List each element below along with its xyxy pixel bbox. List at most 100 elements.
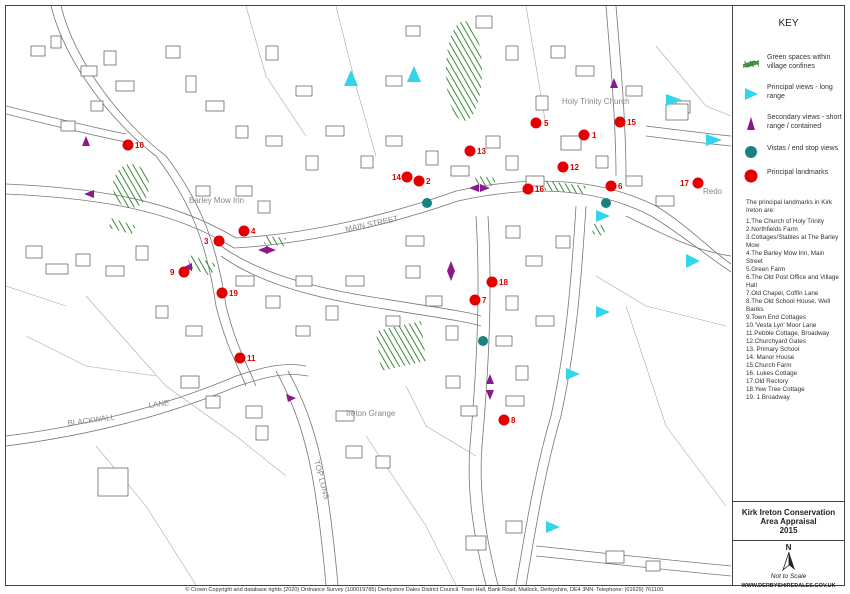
key-label: Secondary views - short range / containe… xyxy=(767,114,842,130)
barley-mow-label: Barley Mow Inn xyxy=(189,196,244,205)
list-item: 19. 1 Broadway xyxy=(746,394,790,401)
long-view-marker xyxy=(686,254,700,268)
svg-text:2: 2 xyxy=(426,177,431,186)
blackwall-label: BLACKWALL xyxy=(67,412,116,428)
landmarks-list: 1.The Church of Holy Trinity 2.Northfiel… xyxy=(746,218,841,402)
list-item: 9.Town End Cottages xyxy=(746,314,806,321)
list-item: 15.Church Farm xyxy=(746,362,792,369)
short-view-marker xyxy=(266,246,276,254)
landmark-2[interactable]: 2 xyxy=(413,175,432,187)
landmark-4[interactable]: 4 xyxy=(238,225,257,237)
list-item: 8.The Old School House, Well Banks xyxy=(746,298,831,313)
hatch-icon xyxy=(742,60,760,68)
svg-text:11: 11 xyxy=(247,354,256,363)
key-label: Vistas / end stop views xyxy=(767,145,839,152)
teal-circle-icon xyxy=(745,146,757,158)
svg-text:10: 10 xyxy=(135,141,144,150)
long-view-marker xyxy=(596,306,610,318)
scale-note: Not to Scale xyxy=(770,573,807,580)
short-view-marker xyxy=(286,394,296,402)
title-line-1: Kirk Ireton Conservation xyxy=(741,508,836,517)
landmark-15[interactable]: 15 xyxy=(614,116,637,128)
landmark-7[interactable]: 7 xyxy=(469,294,488,306)
svg-text:7: 7 xyxy=(482,296,487,305)
short-view-marker xyxy=(610,78,618,88)
list-item: 10.'Vesta Lyn' Moor Lane xyxy=(746,322,817,329)
map-canvas[interactable]: Barley Mow Inn MAIN STREET BLACKWALL LAN… xyxy=(6,6,731,585)
list-item: 18.Yew Tree Cottage xyxy=(746,386,805,393)
list-item: 5.Green Farm xyxy=(746,266,786,273)
landmark-13[interactable]: 13 xyxy=(464,145,487,157)
green-spaces xyxy=(109,21,606,371)
north-arrow-icon xyxy=(781,552,795,572)
long-view-marker xyxy=(407,66,421,82)
copyright-footer: © Crown Copyright and database rights (2… xyxy=(185,587,665,593)
key-item-landmarks: Principal landmarks xyxy=(737,166,843,188)
short-view-marker xyxy=(447,271,455,281)
landmark-8[interactable]: 8 xyxy=(498,414,517,426)
landmark-18[interactable]: 18 xyxy=(486,276,509,288)
long-view-marker xyxy=(344,70,358,86)
list-item: 4.The Barley Mow Inn, Main Street xyxy=(746,250,825,265)
landmark-6[interactable]: 6 xyxy=(605,180,624,192)
title-line-2: Area Appraisal xyxy=(760,517,817,526)
svg-text:9: 9 xyxy=(170,268,175,277)
svg-text:4: 4 xyxy=(251,227,256,236)
list-item: 3.Cottages/Stables at The Barley Mow xyxy=(746,234,839,249)
ireton-grange-label: Ireton Grange xyxy=(346,409,396,418)
list-item: 2.Northfields Farm xyxy=(746,226,798,233)
list-item: 12.Churchyard Gates xyxy=(746,338,806,345)
field-boundaries xyxy=(6,6,731,585)
vista-marker xyxy=(601,198,611,208)
key-item-vistas: Vistas / end stop views xyxy=(737,142,843,164)
list-item: 7.Old Chapel, Coffin Lane xyxy=(746,290,819,297)
redo-label: Redo xyxy=(703,187,723,196)
landmark-12[interactable]: 12 xyxy=(557,161,580,173)
title-line-3: 2015 xyxy=(779,526,798,535)
long-view-marker xyxy=(546,521,560,533)
purple-triangle-icon xyxy=(747,117,755,130)
list-item: 14. Manor House xyxy=(746,354,795,361)
svg-text:14: 14 xyxy=(392,173,401,182)
landmark-9[interactable]: 9 xyxy=(170,266,190,278)
landmark-14[interactable]: 14 xyxy=(392,171,413,183)
key-item-long-views: Principal views - long range xyxy=(737,84,843,106)
short-view-marker xyxy=(469,184,479,192)
north-letter: N xyxy=(785,543,792,552)
vista-marker xyxy=(422,198,432,208)
legend-panel: KEY Green spaces within village confines… xyxy=(732,6,844,589)
red-circle-icon xyxy=(744,169,758,183)
svg-text:12: 12 xyxy=(570,163,579,172)
church-label: Holy Trinity Church xyxy=(562,97,630,106)
list-item: 16. Lukes Cottage xyxy=(746,370,798,377)
landmark-10[interactable]: 10 xyxy=(122,139,145,151)
landmark-5[interactable]: 5 xyxy=(530,117,550,129)
svg-text:15: 15 xyxy=(627,118,636,127)
long-view-marker xyxy=(566,368,580,380)
list-item: 6.The Old Post Office and Village Hall xyxy=(746,274,839,289)
cyan-triangle-icon xyxy=(745,88,758,100)
list-item: 1.The Church of Holy Trinity xyxy=(746,218,825,225)
short-view-marker xyxy=(486,390,494,400)
list-item: 11.Pebble Cottage, Broadway xyxy=(746,330,830,337)
short-view-marker xyxy=(447,261,455,271)
svg-text:18: 18 xyxy=(499,278,508,287)
roads xyxy=(6,6,731,585)
landmark-17[interactable]: 17 xyxy=(680,177,704,189)
long-view-marker xyxy=(596,210,610,222)
key-item-short-views: Secondary views - short range / containe… xyxy=(737,114,843,136)
svg-text:19: 19 xyxy=(229,289,238,298)
lane-label: LANE xyxy=(148,398,170,410)
landmark-19[interactable]: 19 xyxy=(216,287,239,299)
north-block: N Not to Scale WWW.DERBYSHIREDALES.GOV.U… xyxy=(733,543,844,589)
landmark-1[interactable]: 1 xyxy=(578,129,598,141)
svg-text:5: 5 xyxy=(544,119,549,128)
key-title: KEY xyxy=(778,18,799,29)
map-title-box: Kirk Ireton Conservation Area Appraisal … xyxy=(733,501,844,541)
svg-text:6: 6 xyxy=(618,182,623,191)
landmarks-intro: The principal landmarks in Kirk Ireton a… xyxy=(746,199,833,214)
key-label: Principal views - long range xyxy=(767,84,833,100)
svg-text:8: 8 xyxy=(511,416,516,425)
svg-text:16: 16 xyxy=(535,185,544,194)
list-item: 17.Old Rectory xyxy=(746,378,788,385)
